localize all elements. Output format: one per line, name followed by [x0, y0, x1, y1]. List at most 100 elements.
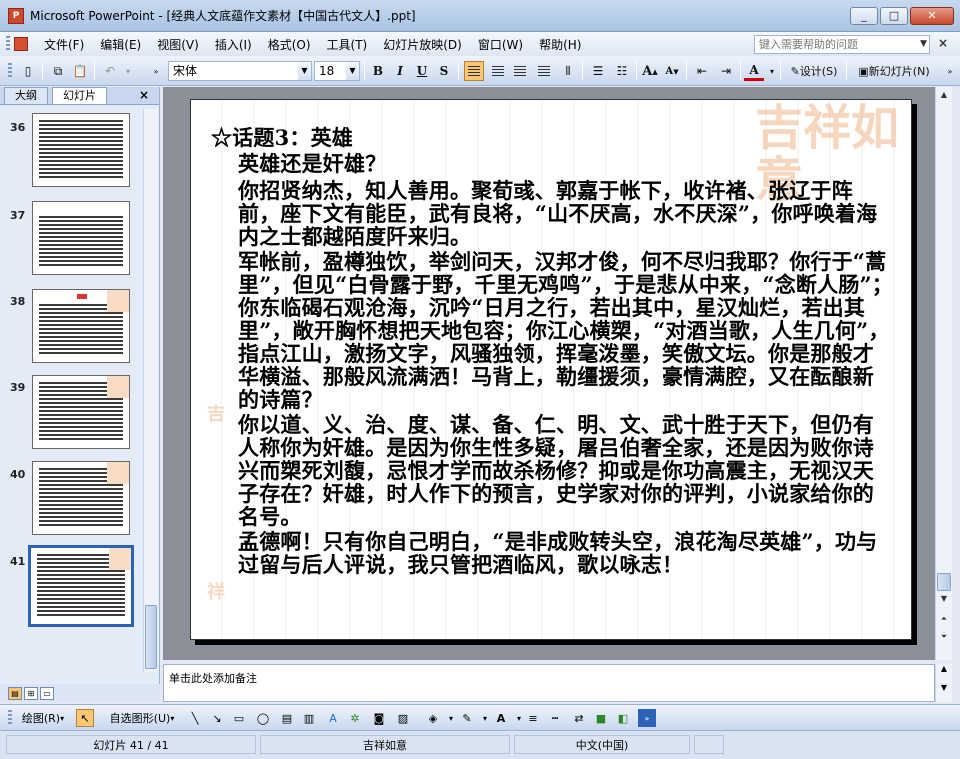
rectangle-icon[interactable]: ▭ [230, 709, 248, 727]
chevron-down-icon[interactable]: ▼ [920, 36, 927, 53]
scroll-up-icon[interactable]: ▲ [936, 664, 952, 673]
oval-icon[interactable]: ◯ [254, 709, 272, 727]
increase-font-icon[interactable]: A ▲ [640, 61, 660, 81]
paste-icon[interactable]: 📋 [70, 61, 90, 81]
grip-handle[interactable] [8, 710, 12, 726]
undo-dropdown-icon[interactable]: ▾ [118, 61, 138, 81]
align-right-button[interactable] [510, 61, 530, 81]
fill-color-icon[interactable]: ◈ [424, 709, 442, 727]
chevron-down-icon[interactable]: ▼ [298, 62, 311, 80]
toolbar-options-icon[interactable]: » [638, 709, 656, 727]
arrow-style-icon[interactable]: ⇄ [570, 709, 588, 727]
slide-thumbnail-selected[interactable] [28, 545, 134, 627]
menu-window[interactable]: 窗口(W) [470, 34, 531, 55]
vertical-textbox-icon[interactable]: ▥ [300, 709, 318, 727]
line-icon[interactable]: ╲ [186, 709, 204, 727]
notes-input[interactable]: 单击此处添加备注 [163, 664, 935, 702]
undo-icon[interactable]: ↶ [100, 61, 120, 81]
arrow-icon[interactable]: ↘ [208, 709, 226, 727]
menu-edit[interactable]: 编辑(E) [92, 34, 149, 55]
slide-thumbnail[interactable] [32, 201, 130, 275]
tab-slides[interactable]: 幻灯片 [52, 87, 107, 104]
autoshapes-button[interactable]: 自选图形(U) ▾ [100, 709, 184, 727]
notes-scrollbar[interactable]: ▲ ▼ [935, 664, 952, 702]
picture-icon[interactable]: ▨ [394, 709, 412, 727]
previous-slide-icon[interactable]: ⏶ [938, 613, 950, 625]
align-left-button[interactable] [464, 61, 484, 81]
draw-menu-button[interactable]: 绘图(R) ▾ [14, 709, 72, 727]
powerpoint-icon[interactable]: P [8, 7, 24, 24]
menu-view[interactable]: 视图(V) [149, 34, 207, 55]
grip-handle[interactable] [6, 36, 10, 52]
toolbar-options-icon[interactable]: » [940, 61, 960, 81]
scroll-thumb[interactable] [937, 573, 951, 591]
chevron-down-icon[interactable]: ▾ [762, 61, 782, 81]
decrease-indent-icon[interactable]: ⇤ [692, 61, 712, 81]
3d-style-icon[interactable]: ◧ [614, 709, 632, 727]
increase-indent-icon[interactable]: ⇥ [716, 61, 736, 81]
normal-view-icon[interactable]: ▤ [8, 686, 22, 700]
document-icon[interactable] [14, 37, 28, 51]
slideshow-view-icon[interactable]: ▭ [40, 686, 54, 700]
minimize-button[interactable]: _ [850, 7, 878, 25]
toolbar-options-icon[interactable]: » [146, 61, 166, 81]
numbering-button[interactable]: ☰ [588, 61, 608, 81]
shadow-style-icon[interactable]: ■ [592, 709, 610, 727]
scroll-thumb[interactable] [145, 605, 157, 669]
font-name-select[interactable]: 宋体 ▼ [168, 61, 312, 81]
new-slide-button[interactable]: ▣ 新幻灯片(N) [850, 61, 938, 81]
menu-tools[interactable]: 工具(T) [319, 34, 376, 55]
help-search-input[interactable]: 键入需要帮助的问题 ▼ [754, 35, 930, 54]
select-pointer-icon[interactable]: ↖ [76, 709, 94, 727]
slide-thumbnail[interactable] [32, 113, 130, 187]
font-size-select[interactable]: 18 ▼ [314, 61, 360, 81]
vertical-text-button[interactable]: ⫴ [558, 61, 578, 81]
diagram-icon[interactable]: ✲ [346, 709, 364, 727]
menu-format[interactable]: 格式(O) [260, 34, 319, 55]
bold-button[interactable]: B [368, 61, 388, 81]
shadow-button[interactable]: S [434, 61, 454, 81]
font-color-icon[interactable]: A [492, 709, 510, 727]
menu-insert[interactable]: 插入(I) [207, 34, 260, 55]
close-button[interactable]: ✕ [910, 7, 954, 25]
slide-thumbnail[interactable] [32, 461, 130, 535]
design-button[interactable]: ✎ 设计(S) [784, 61, 844, 81]
line-style-icon[interactable]: ≡ [524, 709, 542, 727]
menu-file[interactable]: 文件(F) [36, 34, 92, 55]
menu-help[interactable]: 帮助(H) [531, 34, 589, 55]
wordart-icon[interactable]: A [324, 709, 342, 727]
font-color-icon[interactable]: A [744, 61, 764, 81]
scroll-down-icon[interactable]: ▼ [936, 683, 952, 692]
decrease-font-icon[interactable]: A ▼ [662, 61, 682, 81]
menu-slideshow[interactable]: 幻灯片放映(D) [375, 34, 470, 55]
slide-text-box[interactable]: ☆话题3：英雄 英雄还是奸雄？ 你招贤纳杰，知人善用。聚荀彧、郭嘉于帐下，收许褚… [211, 126, 895, 578]
slide-thumbnail[interactable] [32, 375, 130, 449]
scroll-down-icon[interactable]: ▼ [938, 593, 950, 605]
formatting-toolbar: ▯ ⧉ 📋 ↶ ▾ » 宋体 ▼ 18 ▼ B I U S ⫴ ☰ ☷ A ▲ A… [0, 56, 960, 86]
clipart-icon[interactable]: ◙ [370, 709, 388, 727]
slide-scrollbar[interactable]: ▲ ▼ ⏶ ⏷ [935, 87, 952, 660]
autoshapes-label: 自选图形(U) [109, 712, 171, 725]
thumbnail-scrollbar[interactable] [143, 109, 158, 672]
grip-handle[interactable] [8, 63, 12, 79]
distribute-button[interactable] [534, 61, 554, 81]
tab-outline[interactable]: 大纲 [4, 87, 48, 104]
underline-button[interactable]: U [412, 61, 432, 81]
slide-canvas[interactable]: 吉祥如意 吉 祥 ☆话题3：英雄 英雄还是奸雄？ 你招贤纳杰，知人善用。聚荀彧、… [190, 99, 912, 640]
close-document-button[interactable]: × [938, 36, 948, 50]
scroll-up-icon[interactable]: ▲ [938, 89, 950, 101]
close-pane-button[interactable]: × [139, 88, 149, 102]
dash-style-icon[interactable]: ┅ [546, 709, 564, 727]
align-center-button[interactable] [488, 61, 508, 81]
new-document-icon[interactable]: ▯ [18, 61, 38, 81]
line-color-icon[interactable]: ✎ [458, 709, 476, 727]
textbox-icon[interactable]: ▤ [278, 709, 296, 727]
bullets-button[interactable]: ☷ [612, 61, 632, 81]
next-slide-icon[interactable]: ⏷ [938, 631, 950, 643]
italic-button[interactable]: I [390, 61, 410, 81]
slide-sorter-icon[interactable]: ⊞ [24, 686, 38, 700]
maximize-button[interactable]: □ [880, 7, 908, 25]
chevron-down-icon[interactable]: ▼ [346, 62, 359, 80]
copy-icon[interactable]: ⧉ [48, 61, 68, 81]
slide-thumbnail[interactable] [32, 289, 130, 363]
